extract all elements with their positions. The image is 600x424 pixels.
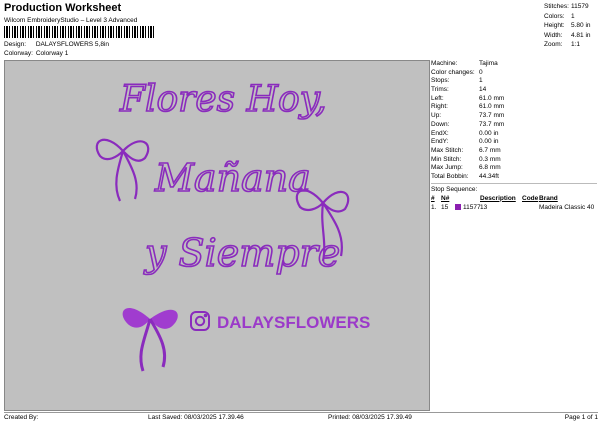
stat-row: Width: 4.81 in xyxy=(544,31,591,39)
machine-row: Max Jump: 6.8 mm xyxy=(431,164,501,172)
bow-icon xyxy=(95,138,150,202)
barcode xyxy=(4,26,154,38)
stats-panel: Stitches: 11579 Colors: 1 Height: 5.80 in W… xyxy=(544,2,598,50)
design-line-3: y Siempre xyxy=(143,231,340,275)
design-line-1: Flores Hoy, xyxy=(119,79,327,120)
page-title: Production Worksheet xyxy=(4,2,122,14)
machine-row: Stops: 1 xyxy=(431,77,483,85)
col-header: Description xyxy=(480,194,516,202)
last-saved: Last Saved: 08/03/2025 17.39.46 xyxy=(148,414,244,421)
design-line-2: Mañana xyxy=(154,156,311,200)
stat-row: Zoom: 1:1 xyxy=(544,41,581,48)
machine-row: EndY: 0.00 in xyxy=(431,138,499,146)
printed-date: Printed: 08/03/2025 17.39.49 xyxy=(328,414,412,421)
design-row: Design: DALAYSFLOWERS 5,8in xyxy=(4,41,109,48)
design-handle: DALAYSFLOWERS xyxy=(217,313,370,332)
col-header: N# xyxy=(441,194,450,202)
machine-row: Down: 73.7 mm xyxy=(431,120,505,128)
design-preview: Flores Hoy, Mañana y Siempre DALAYSFLOWE… xyxy=(4,60,430,411)
embroidery-artwork: Flores Hoy, Mañana y Siempre DALAYSFLOWE… xyxy=(95,78,370,372)
machine-row: Min Stitch: 0.3 mm xyxy=(431,155,501,163)
machine-row: Right: 61.0 mm xyxy=(431,103,505,111)
machine-row: Max Stitch: 6.7 mm xyxy=(431,146,501,154)
machine-row: Trims: 14 xyxy=(431,86,487,94)
software-name: Wilcom EmbroideryStudio – Level 3 Advanc… xyxy=(4,17,138,24)
colorway-value: Colorway 1 xyxy=(35,50,69,57)
col-header: Brand xyxy=(539,194,558,202)
stat-row: Height: 5.80 in xyxy=(544,22,591,29)
machine-row: Left: 61.0 mm xyxy=(431,94,505,102)
machine-row: Total Bobbin: 44.34ft xyxy=(431,172,499,180)
colorway-row: Colorway: Colorway 1 xyxy=(4,50,68,57)
thread-color-swatch xyxy=(455,203,463,212)
machine-row: Up: 73.7 mm xyxy=(431,112,505,120)
machine-row: Machine: Tajima xyxy=(431,60,498,67)
machine-panel: Machine: Tajima Color changes: 0 Stops: 1 T… xyxy=(431,60,597,409)
col-header: # xyxy=(431,194,435,202)
sequence-header: # N# Description Code Brand xyxy=(431,194,597,203)
design-label: Design: xyxy=(4,41,27,48)
design-value: DALAYSFLOWERS 5,8in xyxy=(35,41,110,48)
created-by: Created By: xyxy=(4,414,39,421)
stat-row: Stitches: 11579 xyxy=(544,3,589,10)
machine-row: EndX: 0.00 in xyxy=(431,129,499,137)
footer: Created By: Last Saved: 08/03/2025 17.39… xyxy=(4,412,598,421)
machine-row: Color changes: 0 xyxy=(431,68,483,76)
stop-sequence-title: Stop Sequence: xyxy=(431,182,597,194)
colorway-label: Colorway: xyxy=(4,50,33,57)
page-number: Page 1 of 1 xyxy=(564,414,598,421)
instagram-icon xyxy=(190,311,210,331)
bow-icon xyxy=(122,308,178,372)
stat-row: Colors: 1 xyxy=(544,12,575,20)
table-row: 1. 15 11577 13 Madeira Classic 40 xyxy=(431,203,595,212)
col-header: Code xyxy=(522,194,539,202)
